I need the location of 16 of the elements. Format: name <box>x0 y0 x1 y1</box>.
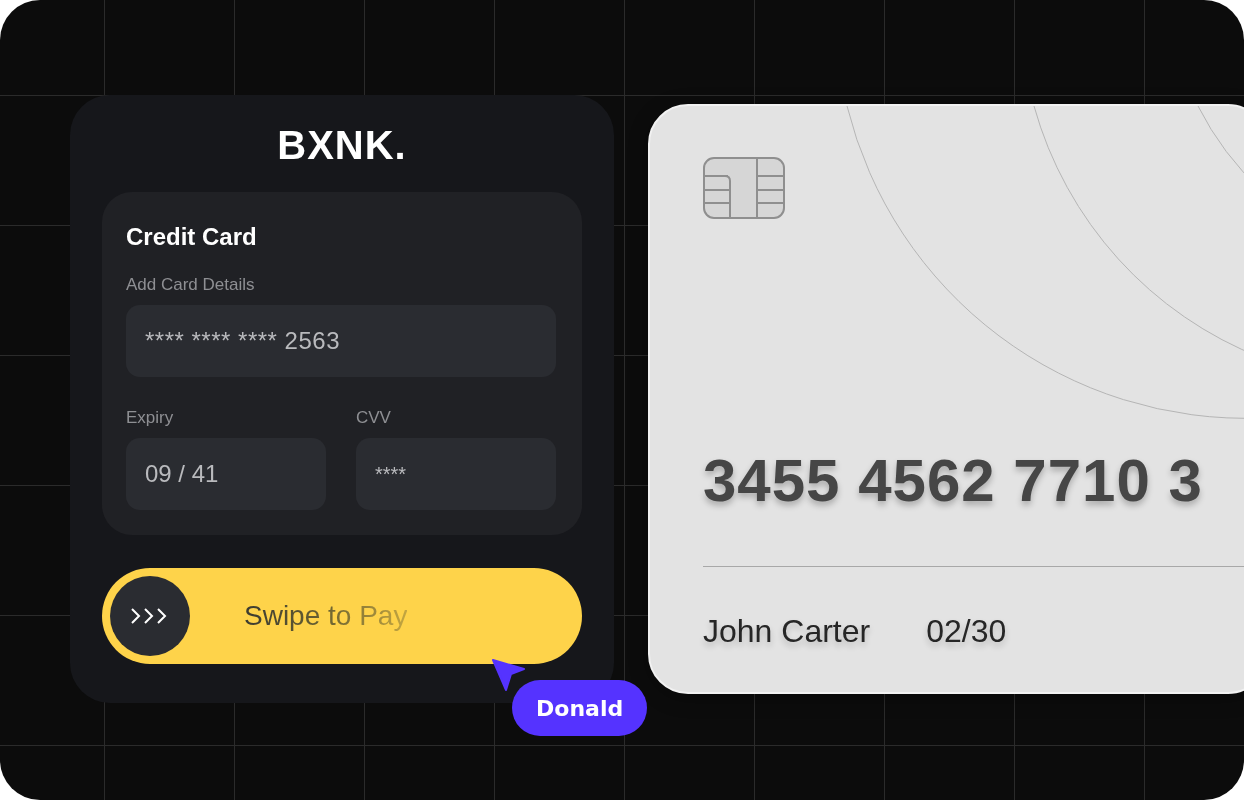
card-expiry: 02/30 <box>926 612 1007 651</box>
chip-icon <box>703 157 785 219</box>
expiry-field[interactable]: 09 / 41 <box>126 438 326 510</box>
swipe-handle[interactable] <box>110 576 190 656</box>
card-number-field[interactable]: **** **** **** 2563 <box>126 305 556 377</box>
card-number: 3455 4562 7710 3 <box>703 446 1204 516</box>
section-label: Add Card Details <box>126 274 256 296</box>
expiry-label: Expiry <box>126 407 175 429</box>
cursor-name-tag: Donald <box>512 680 648 736</box>
form-title: Credit Card <box>126 222 258 252</box>
cardholder-name: John Carter <box>703 612 871 651</box>
swipe-to-pay-button[interactable]: Swipe to Pay <box>102 568 582 664</box>
logo: BXNK. <box>277 122 407 169</box>
cursor-icon <box>492 659 526 691</box>
cvv-label: CVV <box>356 407 392 429</box>
cvv-field[interactable]: **** <box>356 438 556 510</box>
